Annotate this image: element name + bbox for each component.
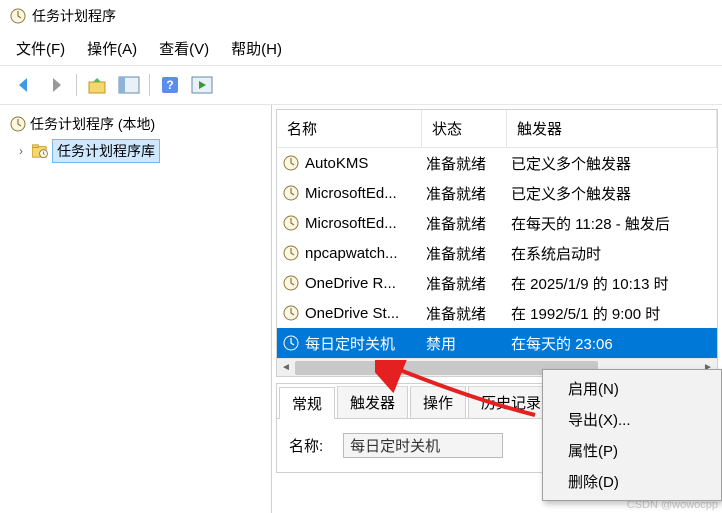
menu-view[interactable]: 查看(V): [159, 38, 209, 59]
arrow-annotation-left: [375, 360, 545, 420]
toolbar: ?: [0, 65, 722, 105]
pane-button[interactable]: [113, 70, 145, 100]
task-trigger: 在 1992/5/1 的 9:00 时: [507, 303, 717, 324]
tree-pane: 任务计划程序 (本地) › 任务计划程序库: [0, 105, 272, 513]
task-row[interactable]: OneDrive St... 准备就绪在 1992/5/1 的 9:00 时: [277, 298, 717, 328]
column-name[interactable]: 名称: [277, 110, 422, 147]
clock-icon: [283, 275, 299, 291]
toolbar-separator: [149, 74, 150, 96]
back-button[interactable]: [8, 70, 40, 100]
list-header: 名称 状态 触发器: [277, 110, 717, 148]
clock-icon: [283, 215, 299, 231]
context-properties[interactable]: 属性(P): [546, 435, 718, 466]
menu-file[interactable]: 文件(F): [16, 38, 65, 59]
task-status: 准备就绪: [422, 183, 507, 204]
window-title: 任务计划程序: [32, 6, 116, 26]
task-name: OneDrive St...: [305, 305, 399, 322]
clock-icon: [283, 185, 299, 201]
task-row[interactable]: MicrosoftEd... 准备就绪已定义多个触发器: [277, 178, 717, 208]
context-export[interactable]: 导出(X)...: [546, 404, 718, 435]
run-button[interactable]: [186, 70, 218, 100]
name-label: 名称:: [289, 435, 323, 456]
task-name: MicrosoftEd...: [305, 185, 397, 202]
task-row[interactable]: 每日定时关机 禁用在每天的 23:06: [277, 328, 717, 358]
task-trigger: 已定义多个触发器: [507, 153, 717, 174]
task-row[interactable]: OneDrive R... 准备就绪在 2025/1/9 的 10:13 时: [277, 268, 717, 298]
menu-help[interactable]: 帮助(H): [231, 38, 282, 59]
task-row[interactable]: MicrosoftEd... 准备就绪在每天的 11:28 - 触发后: [277, 208, 717, 238]
clock-icon: [10, 116, 26, 132]
tree-root[interactable]: 任务计划程序 (本地): [4, 111, 267, 137]
task-name: OneDrive R...: [305, 275, 396, 292]
task-trigger: 已定义多个触发器: [507, 183, 717, 204]
task-trigger: 在 2025/1/9 的 10:13 时: [507, 273, 717, 294]
tree-library[interactable]: › 任务计划程序库: [8, 137, 267, 165]
name-input[interactable]: [343, 433, 503, 458]
task-row[interactable]: AutoKMS 准备就绪已定义多个触发器: [277, 148, 717, 178]
folder-clock-icon: [32, 144, 48, 158]
task-name: 每日定时关机: [305, 333, 395, 354]
task-status: 禁用: [422, 333, 507, 354]
task-status: 准备就绪: [422, 213, 507, 234]
forward-button[interactable]: [40, 70, 72, 100]
task-name: MicrosoftEd...: [305, 215, 397, 232]
task-trigger: 在每天的 23:06: [507, 333, 717, 354]
context-delete[interactable]: 删除(D): [546, 466, 718, 497]
column-trigger[interactable]: 触发器: [507, 110, 717, 147]
task-trigger: 在系统启动时: [507, 243, 717, 264]
task-name: AutoKMS: [305, 155, 368, 172]
window-titlebar: 任务计划程序: [0, 0, 722, 32]
tree-library-label: 任务计划程序库: [52, 139, 160, 163]
svg-text:?: ?: [166, 78, 173, 92]
expander-icon[interactable]: ›: [14, 144, 28, 158]
task-status: 准备就绪: [422, 243, 507, 264]
clock-icon: [283, 335, 299, 351]
task-rows: AutoKMS准备就绪已定义多个触发器MicrosoftEd...准备就绪已定义…: [277, 148, 717, 358]
clock-icon: [283, 305, 299, 321]
task-status: 准备就绪: [422, 303, 507, 324]
tab-general[interactable]: 常规: [279, 387, 335, 419]
scroll-left-icon[interactable]: ◄: [277, 359, 295, 376]
task-trigger: 在每天的 11:28 - 触发后: [507, 213, 717, 234]
task-list: 名称 状态 触发器 AutoKMS准备就绪已定义多个触发器MicrosoftEd…: [276, 109, 718, 377]
clock-icon: [283, 245, 299, 261]
task-row[interactable]: npcapwatch... 准备就绪在系统启动时: [277, 238, 717, 268]
context-enable[interactable]: 启用(N): [546, 373, 718, 404]
column-status[interactable]: 状态: [422, 110, 507, 147]
help-button[interactable]: ?: [154, 70, 186, 100]
menu-action[interactable]: 操作(A): [87, 38, 137, 59]
clock-icon: [10, 8, 26, 24]
tree-root-label: 任务计划程序 (本地): [30, 114, 155, 134]
clock-icon: [283, 155, 299, 171]
context-menu: 启用(N) 导出(X)... 属性(P) 删除(D): [542, 369, 722, 501]
task-status: 准备就绪: [422, 153, 507, 174]
menubar: 文件(F) 操作(A) 查看(V) 帮助(H): [0, 32, 722, 65]
toolbar-separator: [76, 74, 77, 96]
task-name: npcapwatch...: [305, 245, 398, 262]
up-button[interactable]: [81, 70, 113, 100]
task-status: 准备就绪: [422, 273, 507, 294]
